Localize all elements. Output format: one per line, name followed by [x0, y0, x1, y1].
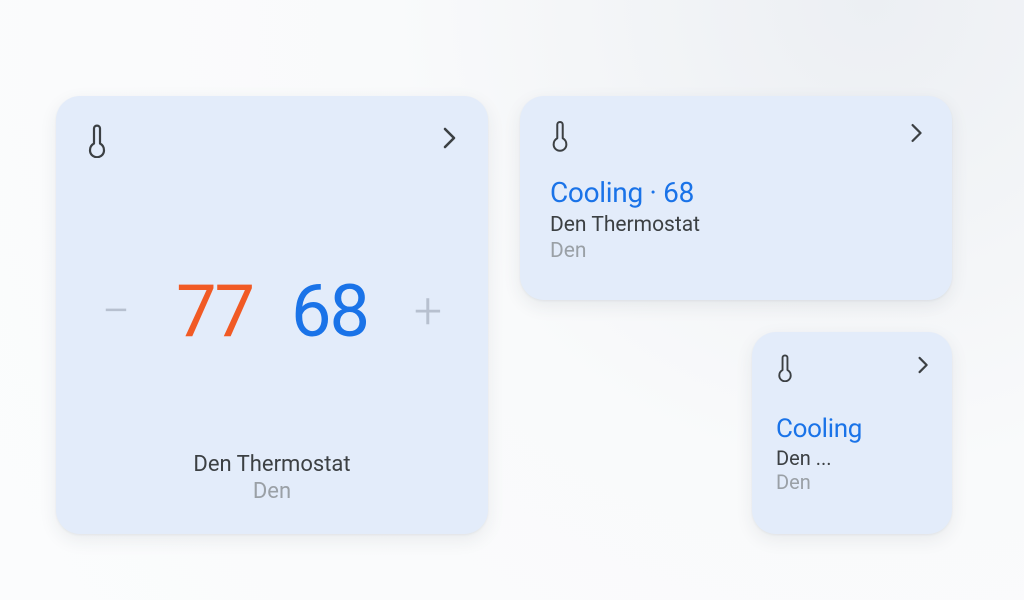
card-header: [776, 354, 930, 390]
thermometer-icon: [550, 120, 570, 152]
chevron-right-icon[interactable]: [442, 124, 458, 152]
temperature-controls: − 77 68 +: [86, 172, 458, 452]
device-name-label: Den Thermostat: [550, 213, 924, 237]
thermostat-card-medium[interactable]: Cooling · 68 Den Thermostat Den: [520, 96, 952, 300]
status-line: Cooling · 68: [550, 176, 924, 209]
chevron-right-icon[interactable]: [917, 354, 930, 376]
device-name-label: Den Thermostat: [86, 452, 458, 477]
thermostat-card-small[interactable]: Cooling Den ... Den: [752, 332, 952, 534]
heat-setpoint-value[interactable]: 77: [176, 276, 253, 348]
room-name-label: Den: [86, 479, 458, 504]
thermometer-icon: [86, 124, 108, 158]
card-header: [86, 124, 458, 172]
cool-setpoint-value[interactable]: 68: [291, 276, 368, 348]
increase-temp-button[interactable]: +: [404, 287, 452, 337]
thermometer-icon: [776, 354, 794, 382]
decrease-temp-button[interactable]: −: [92, 287, 140, 337]
status-line: Cooling: [776, 414, 930, 444]
card-header: [550, 120, 924, 164]
card-footer: Den Thermostat Den: [86, 452, 458, 508]
setpoint-pair: 77 68: [176, 276, 368, 348]
device-name-label: Den ...: [776, 446, 930, 470]
thermostat-card-large[interactable]: − 77 68 + Den Thermostat Den: [56, 96, 488, 534]
room-name-label: Den: [550, 239, 924, 263]
chevron-right-icon[interactable]: [910, 120, 924, 146]
room-name-label: Den: [776, 470, 930, 494]
